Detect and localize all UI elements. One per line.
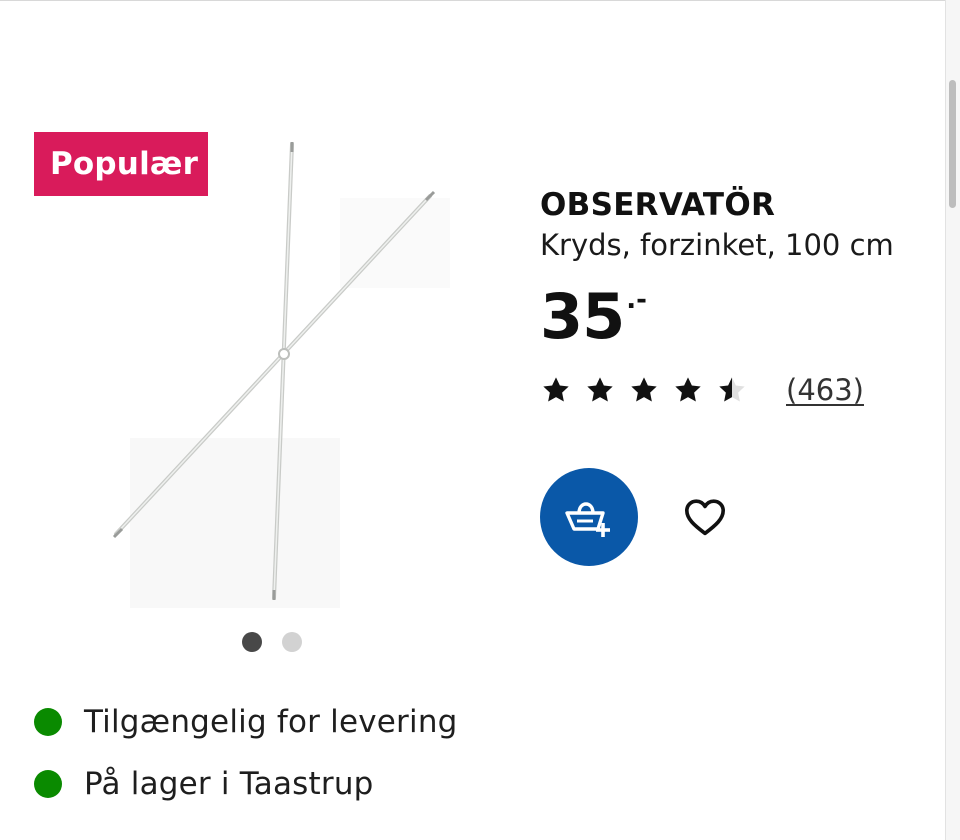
availability-list: Tilgængelig for levering På lager i Taas…: [34, 698, 458, 822]
star-full-icon: [543, 377, 569, 402]
rating-stars: [540, 374, 760, 406]
status-available-icon: [34, 770, 62, 798]
status-available-icon: [34, 708, 62, 736]
add-to-cart-icon: [565, 502, 610, 537]
add-to-cart-button[interactable]: [540, 468, 638, 566]
rating[interactable]: (463): [540, 370, 940, 410]
price-suffix: .-: [626, 285, 647, 315]
star-full-icon: [587, 377, 613, 402]
availability-text: Tilgængelig for levering: [84, 704, 458, 740]
scrollbar-thumb[interactable]: [949, 80, 956, 208]
product-image[interactable]: [100, 138, 460, 608]
availability-delivery: Tilgængelig for levering: [34, 698, 458, 746]
star-half-icon: [719, 377, 745, 402]
review-count-link[interactable]: (463): [786, 373, 864, 407]
price-amount: 35: [540, 280, 625, 353]
carousel-dot-1[interactable]: [242, 632, 262, 652]
favorite-button[interactable]: [680, 492, 730, 542]
product-description: Kryds, forzinket, 100 cm: [540, 228, 894, 262]
scrollbar[interactable]: [945, 0, 960, 840]
availability-store[interactable]: På lager i Taastrup: [34, 760, 458, 808]
carousel-dot-2[interactable]: [282, 632, 302, 652]
product-card-page: Populær OBSERVATÖR Kryds, forzinket, 100…: [0, 0, 960, 840]
star-full-icon: [631, 377, 657, 402]
cross-bars-icon: [112, 142, 450, 608]
product-price: 35 .-: [540, 282, 940, 352]
product-name[interactable]: OBSERVATÖR: [540, 186, 940, 224]
image-carousel-dots: [242, 632, 312, 654]
product-info: OBSERVATÖR Kryds, forzinket, 100 cm 35 .…: [540, 186, 940, 410]
product-actions: [540, 468, 730, 566]
star-full-icon: [675, 377, 701, 402]
heart-icon: [684, 499, 725, 536]
availability-text: På lager i Taastrup: [84, 766, 374, 802]
top-divider: [0, 0, 960, 1]
